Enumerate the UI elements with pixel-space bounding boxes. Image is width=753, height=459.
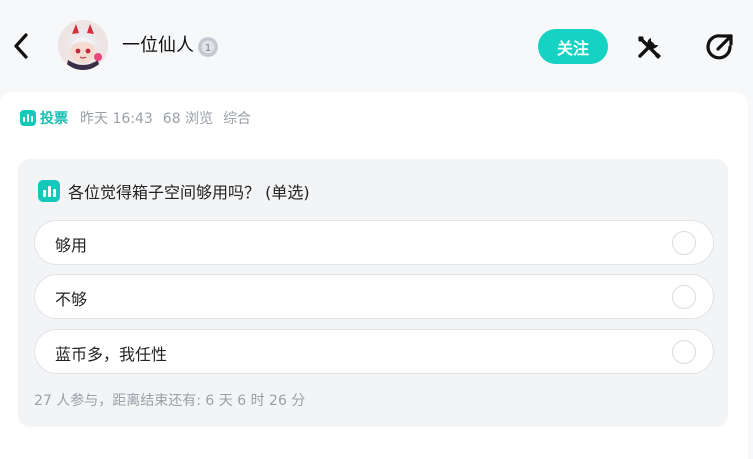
poll-option[interactable]: 不够 <box>34 274 714 319</box>
poll-option-label: 够用 <box>55 236 88 255</box>
share-button[interactable] <box>704 31 736 63</box>
post-category[interactable]: 综合 <box>223 108 251 128</box>
post-meta: 投票 昨天 16:43 68 浏览 综合 <box>20 108 261 128</box>
post-type-tag[interactable]: 投票 <box>40 108 68 128</box>
back-button[interactable] <box>8 30 34 62</box>
chevron-left-icon <box>14 33 28 59</box>
poll-question: 各位觉得箱子空间够用吗？ (单选) <box>68 183 310 202</box>
avatar[interactable] <box>58 20 108 70</box>
poll-option[interactable]: 蓝币多，我任性 <box>34 329 714 374</box>
poll-chart-icon <box>20 110 36 126</box>
svg-text:1: 1 <box>205 43 211 54</box>
radio-button[interactable] <box>672 285 696 309</box>
poll-option-label: 不够 <box>55 290 88 309</box>
poll-option-label: 蓝币多，我任性 <box>55 345 168 364</box>
post-card: 投票 昨天 16:43 68 浏览 综合 各位觉得箱子空间够用吗？ (单选) 够… <box>0 92 748 459</box>
post-time: 昨天 16:43 <box>80 111 153 127</box>
radio-button[interactable] <box>672 231 696 255</box>
level-badge: 1 <box>198 37 218 57</box>
poll-status: 27 人参与，距离结束还有: 6 天 6 时 26 分 <box>34 393 306 409</box>
tools-icon <box>638 36 661 59</box>
poll-title: 各位觉得箱子空间够用吗？ (单选) <box>38 179 310 203</box>
poll-chart-icon <box>38 180 60 202</box>
top-bar: 一位仙人 1 关注 <box>0 0 753 92</box>
view-count: 68 浏览 <box>162 111 214 127</box>
poll: 各位觉得箱子空间够用吗？ (单选) 够用 不够 蓝币多，我任性 27 人参与，距… <box>18 159 728 427</box>
poll-option[interactable]: 够用 <box>34 220 714 265</box>
radio-button[interactable] <box>672 340 696 364</box>
share-icon <box>706 34 733 60</box>
username[interactable]: 一位仙人 <box>122 34 194 58</box>
follow-button[interactable]: 关注 <box>538 29 608 64</box>
avatar-image <box>58 20 108 70</box>
level-badge-icon: 1 <box>199 38 217 56</box>
tools-button[interactable] <box>634 32 664 62</box>
